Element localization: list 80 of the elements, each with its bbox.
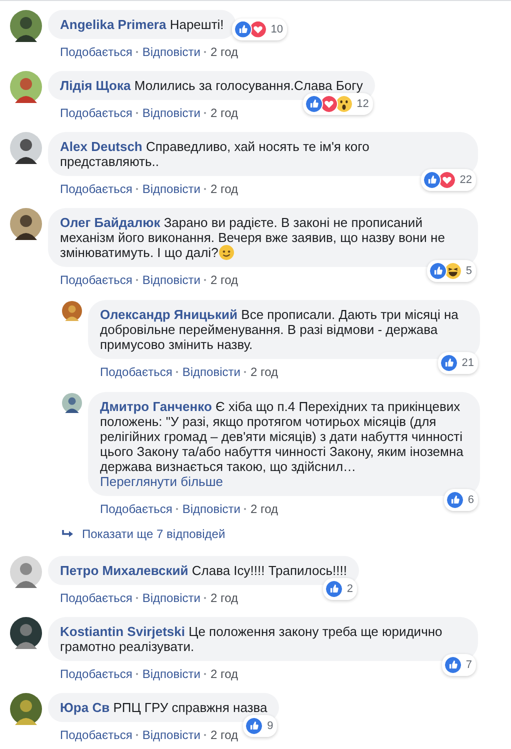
like-reaction-icon [446, 491, 464, 509]
reply-link[interactable]: Відповісти [142, 272, 200, 288]
comment-text: Лідія Щока Молились за голосування.Слава Богу [60, 78, 363, 93]
reply-link[interactable]: Відповісти [142, 181, 200, 197]
timestamp: 2 год [210, 727, 238, 743]
like-link[interactable]: Подобається [60, 105, 132, 121]
reaction-count: 21 [462, 357, 474, 369]
like-link[interactable]: Подобається [60, 727, 132, 743]
timestamp: 2 год [210, 44, 238, 60]
like-reaction-icon [245, 717, 264, 735]
like-reaction-icon [440, 354, 458, 372]
reaction-badge[interactable]: 7 [442, 654, 476, 676]
reaction-count: 6 [468, 494, 474, 506]
reaction-count: 10 [270, 22, 284, 35]
reaction-badge[interactable]: 22 [420, 169, 476, 191]
comment-text: Alex Deutsch Справедливо, хай носять те ім'я кого представляють.. [60, 139, 370, 169]
comment-text: Дмитро Ганченко Є хіба що п.4 Перехідних та прикінцевих положень: "У разі, якщо протягом чотирьох місяців (для релігійних громад – дев'яти місяців) з дати набуття чинності цього Закону та/або набуття чинності Закону, яким іноземна держава визнається такою, що здійснил… Переглянути більше [100, 399, 464, 489]
reply-link[interactable]: Відповісти [142, 44, 200, 60]
like-reaction-icon [428, 262, 447, 280]
see-more-link[interactable]: Переглянути більше [100, 474, 223, 489]
timestamp: 2 год [210, 181, 238, 197]
author-name[interactable]: Alex Deutsch [60, 139, 142, 154]
comment-text: Петро Михалевский Слава Ісу!!!! Трапилось!!!! [60, 563, 347, 578]
reply-link[interactable]: Відповісти [142, 666, 200, 682]
like-reaction-icon [444, 656, 462, 674]
reply-link[interactable]: Відповісти [142, 727, 200, 743]
timestamp: 2 год [210, 590, 238, 606]
like-reaction-icon [234, 20, 252, 38]
love-reaction-icon [438, 171, 456, 189]
timestamp: 2 год [250, 501, 278, 517]
reaction-badge[interactable]: 21 [438, 352, 478, 374]
love-reaction-icon [248, 20, 267, 38]
wow-reaction-icon [334, 95, 353, 113]
love-reaction-icon [320, 95, 338, 113]
reply-link[interactable]: Відповісти [142, 105, 200, 121]
reaction-count: 2 [346, 583, 353, 595]
reaction-badge[interactable]: 12 [302, 93, 373, 115]
like-reaction-icon [422, 171, 441, 189]
comment-text: Олександр Яницький Все прописали. Дають три місяці на добровільне перейменування. В разі відмови - держава примусово змінить назву. [100, 307, 460, 352]
author-name[interactable]: Олег Байдалюк [60, 215, 160, 230]
author-name[interactable]: Angelika Primera [60, 17, 166, 32]
reaction-count: 5 [466, 265, 472, 277]
reaction-badge[interactable]: 9 [243, 715, 278, 737]
reaction-count: 12 [356, 98, 369, 110]
haha-reaction-icon [444, 262, 462, 280]
reaction-count: 22 [460, 174, 472, 186]
timestamp: 2 год [210, 272, 238, 288]
reply-link[interactable]: Відповісти [182, 501, 240, 517]
like-link[interactable]: Подобається [60, 666, 132, 682]
comment-text: Angelika Primera Нарешті! [60, 17, 224, 32]
comment-text: Олег Байдалюк Зарано ви радієте. В законі не прописаний механізм його виконання. Вечеря вже заявив, що назву вони не змінюватимуть. І що далі? [60, 215, 446, 260]
reply-link[interactable]: Відповісти [142, 590, 200, 606]
author-name[interactable]: Петро Михалевский [60, 563, 188, 578]
reply-link[interactable]: Відповісти [182, 364, 240, 380]
like-reaction-icon [304, 95, 323, 113]
reaction-badge[interactable]: 6 [444, 489, 478, 511]
timestamp: 2 год [210, 105, 238, 121]
like-link[interactable]: Подобається [100, 364, 172, 380]
more-replies-link[interactable]: Показати ще 7 відповідей [62, 527, 226, 541]
reaction-count: 9 [267, 720, 274, 732]
reaction-badge[interactable]: 2 [322, 578, 357, 600]
author-name[interactable]: Дмитро Ганченко [100, 399, 212, 414]
like-link[interactable]: Подобається [60, 181, 132, 197]
author-name[interactable]: Лідія Щока [60, 78, 131, 93]
like-link[interactable]: Подобається [60, 272, 132, 288]
reaction-count: 7 [466, 659, 472, 671]
reaction-badge[interactable]: 10 [232, 18, 288, 40]
author-name[interactable]: Олександр Яницький [100, 307, 238, 322]
reaction-badge[interactable]: 5 [426, 260, 476, 282]
comment-text: Kostiantin Svirjetski Це положення закону треба ще юридично грамотно реалізувати. [60, 624, 444, 654]
timestamp: 2 год [210, 666, 238, 682]
like-link[interactable]: Подобається [100, 501, 172, 517]
timestamp: 2 год [250, 364, 278, 380]
like-reaction-icon [324, 580, 343, 598]
like-link[interactable]: Подобається [60, 44, 132, 60]
author-name[interactable]: Kostiantin Svirjetski [60, 624, 185, 639]
author-name[interactable]: Юра Св [60, 700, 110, 715]
comment-text: Юра Св РПЦ ГРУ справжня назва [60, 700, 268, 715]
like-link[interactable]: Подобається [60, 590, 132, 606]
reply-arrow-icon [62, 529, 74, 539]
